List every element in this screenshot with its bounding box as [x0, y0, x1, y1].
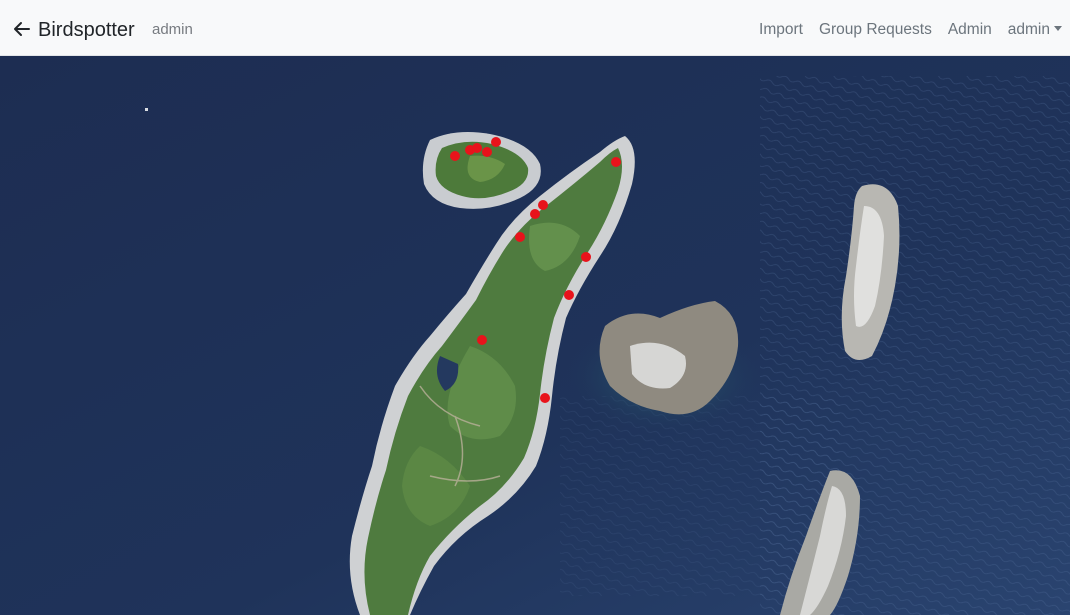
- arrow-left-icon[interactable]: [12, 19, 32, 39]
- user-menu-label: admin: [1007, 21, 1050, 38]
- sighting-marker[interactable]: [540, 393, 550, 403]
- sighting-marker[interactable]: [564, 290, 574, 300]
- boat-speck: [145, 108, 148, 111]
- sighting-marker[interactable]: [450, 151, 460, 161]
- current-user-label: admin: [152, 21, 193, 38]
- sighting-marker[interactable]: [611, 157, 621, 167]
- nav-links: Import Group Requests Admin admin: [759, 19, 1062, 41]
- sighting-marker[interactable]: [515, 232, 525, 242]
- sighting-marker[interactable]: [491, 137, 501, 147]
- satellite-map[interactable]: [0, 56, 1070, 615]
- map-canvas[interactable]: [0, 56, 1070, 615]
- nav-import[interactable]: Import: [759, 19, 803, 41]
- app-brand[interactable]: Birdspotter: [38, 17, 135, 43]
- chevron-down-icon: [1054, 26, 1062, 31]
- nav-admin[interactable]: Admin: [948, 19, 992, 41]
- top-navbar: Birdspotter admin Import Group Requests …: [0, 0, 1070, 56]
- user-menu-dropdown[interactable]: admin: [1008, 19, 1062, 41]
- nav-group-requests[interactable]: Group Requests: [819, 19, 932, 41]
- sighting-marker[interactable]: [538, 200, 548, 210]
- sighting-marker[interactable]: [472, 143, 482, 153]
- sighting-marker[interactable]: [477, 335, 487, 345]
- sighting-marker[interactable]: [581, 252, 591, 262]
- sighting-marker[interactable]: [530, 209, 540, 219]
- sighting-marker[interactable]: [482, 147, 492, 157]
